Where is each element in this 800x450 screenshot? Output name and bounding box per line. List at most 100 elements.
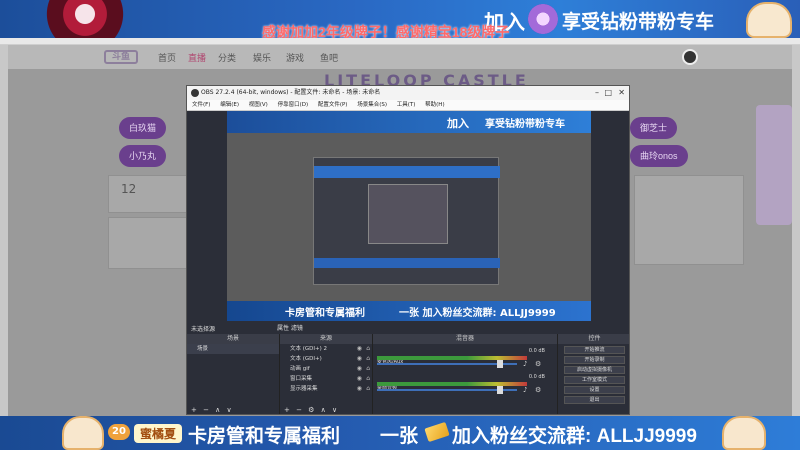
preview-recursive-capture (313, 157, 500, 285)
nested-preview (368, 184, 448, 244)
stat-card: 12 (108, 175, 188, 213)
preview-banner-card: 卡房管和专属福利 (285, 308, 365, 319)
cat-mascot-icon (62, 416, 104, 450)
obs-docks: 场景 场景 + − ∧ ∨ 来源 文本 (GDI+) 2 ◉ ⌂ 文本 (GDI+)… (187, 334, 629, 414)
source-label: 动画 gif (290, 366, 310, 372)
eye-icon[interactable]: ◉ (357, 374, 362, 384)
maximize-icon[interactable]: □ (604, 86, 612, 100)
eye-icon[interactable]: ◉ (357, 384, 362, 394)
site-logo[interactable]: 斗鱼 (104, 50, 138, 64)
controls-panel-title: 控件 (558, 334, 629, 344)
level-badge: 20 (108, 424, 130, 440)
volume-meter (377, 356, 527, 360)
ticket-icon (424, 421, 450, 443)
virtual-camera-button[interactable]: 启动虚拟摄像机 (564, 366, 625, 374)
banner-one-text: 一张 (380, 426, 419, 447)
source-item[interactable]: 文本 (GDI+) 2 ◉ ⌂ (280, 344, 372, 354)
menu-scene-collection[interactable]: 场景集合(S) (357, 102, 387, 108)
nav-fishbar[interactable]: 鱼吧 (320, 51, 338, 64)
lock-icon[interactable]: ⌂ (366, 354, 370, 364)
menu-docks[interactable]: 停靠窗口(D) (278, 102, 309, 108)
studio-mode-button[interactable]: 工作室模式 (564, 376, 625, 384)
streamer-pill-3[interactable]: 御芝士 (630, 117, 678, 139)
mixer-panel-title: 混音器 (373, 334, 557, 344)
menu-profile[interactable]: 配置文件(P) (318, 102, 348, 108)
nav-entertainment[interactable]: 娱乐 (253, 51, 271, 64)
obs-preview[interactable]: 加入 享受钻粉带粉专车 卡房管和专属福利 一张 加入粉丝交流群: ALLJJ99… (227, 111, 591, 321)
nested-banner-top (314, 166, 500, 178)
preview-banner-fans: 一张 加入粉丝交流群: ALLJJ9999 (399, 308, 556, 319)
bottom-overlay-banner: 20 蜜橘夏 卡房管和专属福利 一张 加入粉丝交流群: ALLJJ9999 (0, 416, 800, 450)
lock-icon[interactable]: ⌂ (366, 364, 370, 374)
lock-icon[interactable]: ⌂ (366, 384, 370, 394)
eye-icon[interactable]: ◉ (357, 344, 362, 354)
gear-icon[interactable]: ⚙ (535, 360, 541, 368)
browser-tabbar[interactable] (0, 38, 800, 45)
start-streaming-button[interactable]: 开始推流 (564, 346, 625, 354)
source-item[interactable]: 显示器采集 ◉ ⌂ (280, 384, 372, 394)
source-label: 文本 (GDI+) 2 (290, 346, 328, 352)
banner-join-fans-text: 加入粉丝交流群: ALLJJ9999 (452, 426, 697, 447)
channel-db: 0.0 dB (528, 348, 545, 354)
lock-icon[interactable]: ⌂ (366, 374, 370, 384)
top-overlay-banner: 加入 享受钻粉带粉专车 感谢加加2年级牌子！感谢精宝18级牌子 (0, 0, 800, 38)
minimize-icon[interactable]: – (595, 86, 599, 100)
no-source-selected-label: 未选择源 (191, 326, 216, 333)
channel-db: 0.0 dB (528, 374, 545, 380)
menu-help[interactable]: 帮助(H) (425, 102, 444, 108)
start-recording-button[interactable]: 开始录制 (564, 356, 625, 364)
nav-live[interactable]: 直播 (188, 51, 206, 64)
obs-titlebar[interactable]: OBS 27.2.4 (64-bit, windows) - 配置文件: 未命名… (187, 86, 629, 100)
sources-panel-title: 来源 (280, 334, 372, 344)
cat-mascot-icon (746, 2, 792, 38)
sources-toolbar[interactable]: + − ⚙ ∧ ∨ (284, 406, 339, 414)
speaker-icon[interactable]: ♪ (523, 360, 527, 368)
preview-top-banner: 加入 享受钻粉带粉专车 (227, 111, 591, 133)
stat-count: 12 (121, 182, 137, 196)
character-portrait-icon (40, 0, 130, 38)
menu-tools[interactable]: 工具(T) (397, 102, 416, 108)
user-avatar[interactable] (682, 49, 698, 65)
source-item[interactable]: 窗口采集 ◉ ⌂ (280, 374, 372, 384)
source-item[interactable]: 动画 gif ◉ ⌂ (280, 364, 372, 374)
banner-card-text: 卡房管和专属福利 (188, 426, 341, 447)
obs-window: OBS 27.2.4 (64-bit, windows) - 配置文件: 未命名… (186, 85, 630, 415)
streamer-pill-1[interactable]: 白玖猫 (119, 117, 167, 139)
site-nav-bar: 斗鱼 首页 直播 分类 娱乐 游戏 鱼吧 (8, 45, 792, 69)
source-item[interactable]: 文本 (GDI+) ◉ ⌂ (280, 354, 372, 364)
streamer-pill-4[interactable]: 曲玲onos (630, 145, 688, 167)
properties-filters-buttons[interactable]: 属性 滤镜 (277, 323, 303, 332)
cat-mascot-icon (722, 416, 766, 450)
scenes-toolbar[interactable]: + − ∧ ∨ (191, 406, 234, 414)
banner-vip-text: 享受钻粉带粉专车 (562, 12, 715, 33)
scene-item[interactable]: 场景 (187, 344, 279, 354)
menu-edit[interactable]: 编辑(E) (220, 102, 239, 108)
lock-icon[interactable]: ⌂ (366, 344, 370, 354)
streamer-card[interactable] (108, 217, 188, 269)
exit-button[interactable]: 退出 (564, 396, 625, 404)
mixer-channel-desktop: 桌面音频 0.0 dB ♪ ⚙ (377, 374, 553, 396)
close-icon[interactable]: ✕ (618, 86, 625, 100)
eye-icon[interactable]: ◉ (357, 354, 362, 364)
settings-button[interactable]: 设置 (564, 386, 625, 394)
source-label: 窗口采集 (290, 376, 313, 382)
menu-view[interactable]: 视图(V) (249, 102, 268, 108)
eye-icon[interactable]: ◉ (357, 364, 362, 374)
sources-panel: 来源 文本 (GDI+) 2 ◉ ⌂ 文本 (GDI+) ◉ ⌂ 动画 gif ◉ ⌂ 窗口… (280, 334, 372, 414)
source-label: 文本 (GDI+) (290, 356, 322, 362)
nav-home[interactable]: 首页 (158, 51, 176, 64)
obs-logo-icon (191, 89, 199, 97)
speaker-icon[interactable]: ♪ (523, 386, 527, 394)
volume-slider[interactable] (377, 386, 517, 394)
scenes-panel-title: 场景 (187, 334, 279, 344)
nav-category[interactable]: 分类 (218, 51, 236, 64)
volume-slider[interactable] (377, 360, 517, 368)
menu-file[interactable]: 文件(F) (192, 102, 210, 108)
streamer-pill-2[interactable]: 小乃丸 (119, 145, 167, 167)
gear-icon[interactable]: ⚙ (535, 386, 541, 394)
mixer-channel-mic: 麦克风/Aux 0.0 dB ♪ ⚙ (377, 348, 553, 370)
scrolling-thanks-text: 感谢加加2年级牌子！感谢精宝18级牌子 (262, 24, 510, 38)
mixer-panel: 混音器 麦克风/Aux 0.0 dB ♪ ⚙ 桌面音频 0.0 dB ♪ ⚙ (373, 334, 557, 414)
nav-game[interactable]: 游戏 (286, 51, 304, 64)
scenes-panel: 场景 场景 + − ∧ ∨ (187, 334, 279, 414)
